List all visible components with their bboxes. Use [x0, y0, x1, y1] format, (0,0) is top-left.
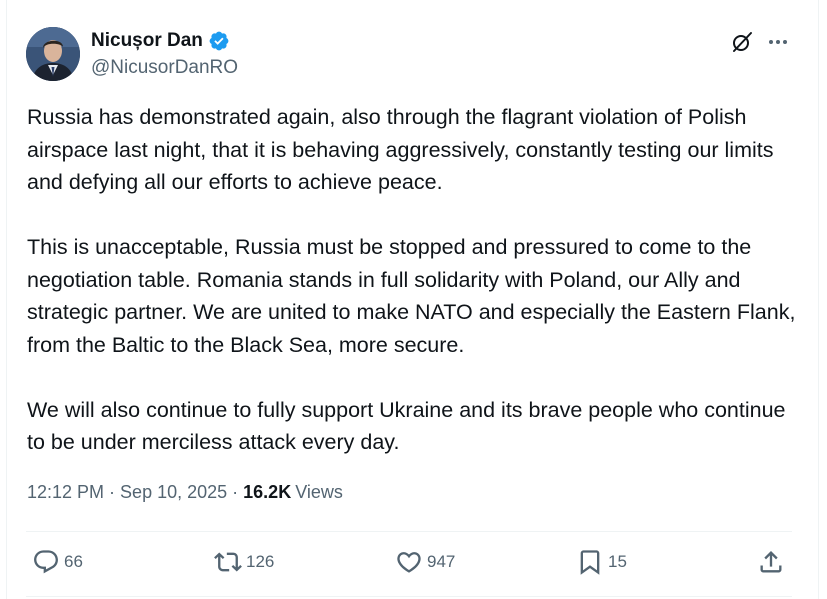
share-button[interactable] [757, 548, 785, 576]
tweet-paragraph: We will also continue to fully support U… [27, 397, 786, 455]
views-label[interactable]: Views [295, 482, 343, 503]
repost-count: 126 [246, 552, 275, 571]
tweet-meta: 12:12 PM · Sep 10, 2025 · 16.2K Views [27, 482, 343, 503]
meta-separator: · [232, 482, 239, 502]
reply-button[interactable]: 66 [32, 548, 83, 576]
repost-button[interactable]: 126 [214, 548, 274, 576]
author-avatar[interactable] [26, 27, 80, 81]
like-button[interactable]: 947 [395, 548, 455, 576]
tweet-time[interactable]: 12:12 PM [27, 482, 104, 503]
tweet-paragraph: This is unacceptable, Russia must be sto… [27, 235, 796, 357]
grok-icon[interactable] [730, 30, 754, 54]
repost-icon [214, 552, 242, 572]
bookmark-icon [580, 550, 600, 575]
like-icon [397, 552, 421, 573]
tweet-date[interactable]: Sep 10, 2025 [120, 482, 227, 503]
author-name-row[interactable]: Nicușor Dan [91, 30, 230, 52]
author-handle[interactable]: @NicusorDanRO [91, 57, 238, 79]
author-name[interactable]: Nicușor Dan [91, 30, 203, 52]
verified-badge-icon[interactable] [208, 30, 230, 52]
bookmark-button[interactable]: 15 [576, 548, 627, 576]
like-count: 947 [427, 552, 456, 571]
reply-icon [34, 550, 58, 574]
reply-count: 66 [64, 552, 83, 571]
tweet-text: Russia has demonstrated again, also thro… [27, 101, 802, 459]
share-icon [760, 551, 782, 573]
more-icon[interactable] [766, 30, 790, 54]
tweet-paragraph: Russia has demonstrated again, also thro… [27, 105, 774, 194]
meta-separator: · [109, 482, 116, 502]
action-bar: 66 126 947 15 [26, 532, 792, 594]
views-count[interactable]: 16.2K [243, 482, 291, 503]
bookmark-count: 15 [608, 552, 627, 571]
divider [26, 596, 792, 597]
